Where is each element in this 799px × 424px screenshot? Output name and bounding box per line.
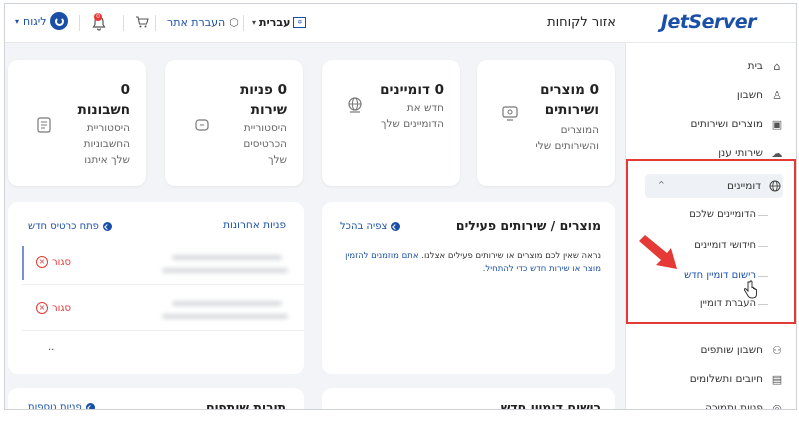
israel-flag-icon: ✡ <box>293 17 307 28</box>
globe-icon <box>346 96 364 118</box>
card-invoices-count: 0 <box>120 82 130 98</box>
power-icon <box>50 12 69 30</box>
monitor-icon <box>501 104 519 126</box>
recent-tickets-panel: פניות אחרונות פתח כרטיס חדש סגור × סגור … <box>8 202 304 374</box>
status-badge: סגור × <box>36 302 71 314</box>
chevron-down-icon: ▾ <box>15 16 20 26</box>
sidebar-item-label: פניות ותמיכה <box>705 402 763 410</box>
no-products-message: נראה שאין לכם מוצרים או שירותים פעילים א… <box>335 250 601 276</box>
sidebar-item-products[interactable]: ▣ מוצרים ושירותים <box>691 114 784 134</box>
status-label: סגור <box>52 302 71 314</box>
notifications-button[interactable]: 0 <box>90 13 108 32</box>
invoice-icon <box>36 116 52 138</box>
partner-boxes-title: תיבות שותפים <box>206 400 286 410</box>
card-domains[interactable]: 0 דומיינים חדש את הדומיינים שלך <box>322 60 460 186</box>
chevron-circle-icon <box>102 222 112 231</box>
register-domain-panel: רישום דומיין חדש <box>322 388 615 410</box>
card-products-desc: המוצרים והשירותים שלי <box>535 124 599 152</box>
divider <box>123 15 124 31</box>
recent-tickets-title[interactable]: פניות אחרונות <box>223 219 286 231</box>
user-icon: ♙ <box>772 88 782 102</box>
register-domain-title: רישום דומיין חדש <box>500 400 601 410</box>
chevron-down-icon: ▾ <box>252 18 257 27</box>
view-all-link[interactable]: צפיה בהכל <box>340 221 401 232</box>
logout-button[interactable]: ▾ ליגוח <box>15 12 69 30</box>
logout-label: ליגוח <box>23 14 47 28</box>
card-domains-count: 0 דומיינים <box>380 82 444 98</box>
cart-button[interactable] <box>135 15 149 32</box>
divider <box>243 15 244 31</box>
card-products-title: ושירותים <box>544 102 599 118</box>
message-text: נראה שאין לכם מוצרים או שירותים פעילים א… <box>418 251 601 261</box>
card-invoices-desc: היסטוריית החשבוניות שלך איתנו <box>83 122 130 166</box>
sidebar-item-support[interactable]: ◎ פניות ותמיכה <box>705 398 784 410</box>
ticket-row[interactable]: סגור × <box>22 288 304 331</box>
jetserver-logo[interactable]: JetServer <box>661 11 757 33</box>
chevron-circle-icon <box>85 403 95 409</box>
language-selector[interactable]: ▾ עברית ✡ <box>252 16 307 29</box>
language-label: עברית <box>259 16 291 29</box>
ticket-row[interactable]: סגור × <box>22 242 304 285</box>
sidebar-item-billing[interactable]: ▤ חיובים ותשלומים <box>690 369 784 389</box>
sidebar-item-label: בית <box>747 60 763 72</box>
sidebar-item-partners[interactable]: ⚇ חשבון שותפים <box>700 340 784 360</box>
sidebar-item-home[interactable]: ⌂ בית <box>748 56 784 76</box>
active-row-indicator <box>22 246 24 280</box>
ticket-icon <box>193 116 211 138</box>
sidebar-item-label: שירותי ענן <box>718 147 763 159</box>
blurred-ticket-date <box>162 268 288 273</box>
sidebar-item-label: חשבון <box>736 89 763 101</box>
card-domains-desc: חדש את הדומיינים שלך <box>380 102 444 130</box>
active-products-panel: מוצרים / שירותים פעילים צפיה בהכל נראה ש… <box>322 202 615 374</box>
divider <box>155 15 156 31</box>
users-icon: ⚇ <box>772 343 782 357</box>
red-arrow-icon <box>639 235 677 269</box>
sidebar-item-label: מוצרים ושירותים <box>690 118 763 130</box>
top-header: JetServer אזור לקוחות ▾ ליגוח 0 העברת את… <box>5 4 796 43</box>
sidebar-item-label: חיובים ותשלומים <box>689 373 763 385</box>
support-icon: ◎ <box>772 401 782 410</box>
chevron-circle-icon <box>391 222 401 231</box>
card-invoices[interactable]: 0 חשבונות היסטוריית החשבוניות שלך איתנו <box>8 60 146 186</box>
site-transfer-button[interactable]: העברת אתר ⬡ <box>167 16 239 29</box>
divider <box>79 15 80 31</box>
card-products[interactable]: 0 מוצרים ושירותים המוצרים והשירותים שלי <box>477 60 615 186</box>
card-tickets-desc: היסטוריית הכרטיסים שלך <box>243 122 287 166</box>
cloud-icon: ☁ <box>771 146 783 160</box>
view-all-label: צפיה בהכל <box>340 221 388 232</box>
hand-cursor-icon <box>743 280 757 299</box>
open-new-ticket-label: פתח כרטיס חדש <box>28 221 99 232</box>
site-transfer-label: העברת אתר <box>167 16 226 29</box>
card-tickets-title: שירות <box>250 102 287 118</box>
blurred-ticket-subject <box>172 255 282 260</box>
sidebar-item-account[interactable]: ♙ חשבון <box>737 85 784 105</box>
active-products-title: מוצרים / שירותים פעילים <box>455 218 601 233</box>
card-invoices-title: חשבונות <box>77 102 130 118</box>
card-tickets[interactable]: 0 פניות שירות היסטוריית הכרטיסים שלך <box>165 60 303 186</box>
cube-icon: ⬡ <box>229 16 239 29</box>
blurred-ticket-subject <box>172 301 282 306</box>
card-tickets-count: 0 פניות <box>240 82 287 98</box>
browser-viewport: JetServer אזור לקוחות ▾ ליגוח 0 העברת את… <box>4 3 797 410</box>
home-icon: ⌂ <box>773 59 781 73</box>
receipt-icon: ▤ <box>771 372 783 386</box>
open-new-ticket-link[interactable]: פתח כרטיס חדש <box>28 221 112 232</box>
status-label: סגור <box>52 256 71 268</box>
close-circle-icon: × <box>36 302 48 314</box>
page-title: אזור לקוחות <box>547 15 616 30</box>
notification-badge: 0 <box>94 13 102 21</box>
blurred-ticket-date <box>162 314 288 319</box>
more-indicator: .. <box>48 342 55 353</box>
more-tickets-label: פניות נוספות <box>28 402 82 410</box>
more-tickets-link[interactable]: פניות נוספות <box>28 402 95 410</box>
sidebar-item-label: חשבון שותפים <box>700 344 763 356</box>
status-badge: סגור × <box>36 256 71 268</box>
box-icon: ▣ <box>771 117 783 131</box>
close-circle-icon: × <box>36 256 48 268</box>
cart-icon <box>136 16 149 28</box>
partner-boxes-panel: תיבות שותפים פניות נוספות <box>8 388 304 410</box>
card-products-count: 0 מוצרים <box>540 82 599 98</box>
